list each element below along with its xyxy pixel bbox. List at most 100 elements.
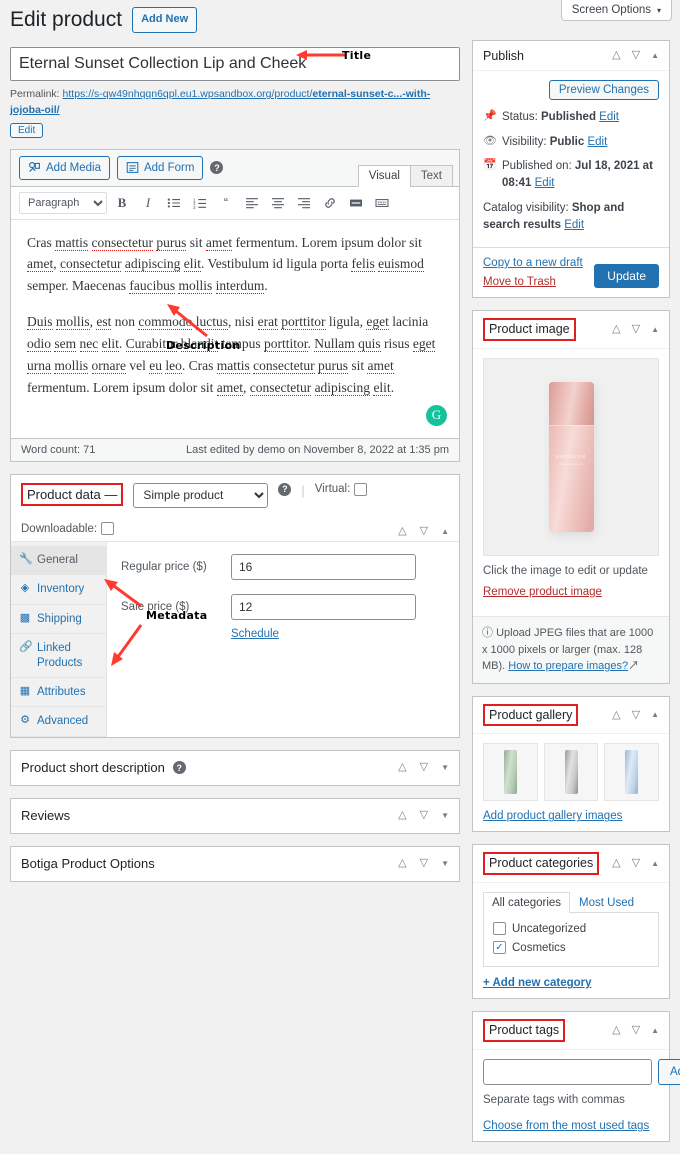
move-down-icon[interactable]: ▽ (420, 810, 428, 821)
status-edit-link[interactable]: Edit (599, 111, 619, 123)
align-right-icon[interactable] (293, 192, 315, 214)
move-down-icon[interactable]: ▽ (632, 1025, 640, 1036)
psd-help-icon[interactable]: ? (172, 761, 186, 775)
move-down-icon[interactable]: ▽ (420, 762, 428, 773)
product-type-select[interactable]: Simple product (133, 482, 269, 508)
bulleted-list-icon[interactable] (163, 192, 185, 214)
move-up-icon[interactable]: △ (398, 762, 406, 773)
move-down-icon[interactable]: ▽ (420, 526, 428, 537)
toggle-panel-icon[interactable]: ▲ (651, 1026, 659, 1035)
reviews-panel: Reviews △ ▽ ▼ (10, 797, 460, 834)
catalog-edit-link[interactable]: Edit (564, 219, 584, 231)
pd-tab-inventory[interactable]: ◈ Inventory (11, 575, 106, 605)
gallery-thumb-blue[interactable] (604, 743, 660, 802)
reviews-header[interactable]: Reviews △ ▽ ▼ (11, 799, 459, 833)
screen-options-button[interactable]: Screen Options ▾ (560, 0, 672, 21)
move-down-icon[interactable]: ▽ (420, 858, 428, 869)
pd-tab-attributes[interactable]: ▦ Attributes (11, 678, 106, 708)
help-icon[interactable]: ? (210, 161, 224, 175)
downloadable-checkbox-row[interactable]: Downloadable: (21, 522, 115, 536)
move-up-icon[interactable]: △ (612, 1025, 620, 1036)
read-more-icon[interactable] (345, 192, 367, 214)
pd-tab-shipping-label: Shipping (37, 612, 82, 625)
status-row: 📌 Status: Published Edit (483, 109, 659, 126)
toggle-panel-icon[interactable]: ▲ (651, 51, 659, 60)
move-up-icon[interactable]: △ (398, 810, 406, 821)
pd-tab-shipping[interactable]: ▩ Shipping (11, 605, 106, 635)
add-gallery-images-link[interactable]: Add product gallery images (483, 810, 659, 822)
edit-permalink-button[interactable]: Edit (10, 122, 44, 138)
pd-tab-advanced[interactable]: ⚙ Advanced (11, 707, 106, 737)
copy-to-new-draft-link[interactable]: Copy to a new draft (483, 257, 583, 269)
preview-changes-button[interactable]: Preview Changes (548, 80, 659, 100)
toggle-panel-icon[interactable]: ▲ (651, 711, 659, 719)
link-icon[interactable] (319, 192, 341, 214)
schedule-link[interactable]: Schedule (231, 628, 445, 640)
title-field[interactable] (10, 47, 460, 82)
add-new-button[interactable]: Add New (132, 6, 198, 33)
published-edit-link[interactable]: Edit (535, 177, 555, 189)
align-center-icon[interactable] (267, 192, 289, 214)
move-up-icon[interactable]: △ (612, 709, 620, 721)
virtual-checkbox-row[interactable]: Virtual: (315, 482, 368, 496)
move-down-icon[interactable]: ▽ (632, 324, 640, 335)
gallery-thumb-silver[interactable] (543, 743, 599, 802)
regular-price-input[interactable] (231, 554, 416, 581)
permalink-link[interactable]: https://s-qw49nhqqn6qpl.eu1.wpsandbox.or… (10, 88, 430, 116)
move-up-icon[interactable]: △ (612, 858, 620, 869)
italic-icon[interactable]: I (137, 192, 159, 214)
pd-tab-linked-products[interactable]: 🔗 Linked Products (11, 634, 106, 678)
numbered-list-icon[interactable]: 123 (189, 192, 211, 214)
tab-all-categories[interactable]: All categories (483, 892, 571, 914)
psd-header[interactable]: Product short description ? △ ▽ ▼ (11, 751, 459, 785)
align-left-icon[interactable] (241, 192, 263, 214)
move-up-icon[interactable]: △ (612, 324, 620, 335)
checkbox[interactable] (493, 922, 506, 936)
add-form-button[interactable]: Add Form (116, 155, 204, 180)
move-down-icon[interactable]: ▽ (632, 50, 640, 61)
tab-visual[interactable]: Visual (357, 164, 411, 187)
choose-used-tags-link[interactable]: Choose from the most used tags (483, 1120, 659, 1132)
category-item-uncategorized[interactable]: Uncategorized (493, 922, 649, 936)
toggle-panel-icon[interactable]: ▲ (651, 325, 659, 334)
editor-body[interactable]: Cras mattis consectetur purus sit amet f… (11, 220, 459, 438)
downloadable-checkbox[interactable] (101, 522, 115, 536)
prepare-images-link[interactable]: How to prepare images? (508, 660, 628, 672)
move-up-icon[interactable]: △ (398, 526, 406, 537)
toggle-panel-icon[interactable]: ▲ (651, 859, 659, 868)
add-tag-button[interactable]: Add (658, 1059, 680, 1086)
move-down-icon[interactable]: ▽ (632, 709, 640, 721)
product-image-thumbnail[interactable]: SHEGLAM velvet matte lip (483, 358, 659, 557)
paragraph-format-select[interactable]: Paragraph (19, 191, 107, 214)
blockquote-icon[interactable]: “ (215, 192, 237, 214)
sale-price-input[interactable] (231, 594, 416, 621)
category-item-cosmetics[interactable]: ✓ Cosmetics (493, 941, 649, 955)
move-down-icon[interactable]: ▽ (632, 858, 640, 869)
virtual-checkbox[interactable] (354, 482, 368, 496)
botiga-header[interactable]: Botiga Product Options △ ▽ ▼ (11, 847, 459, 881)
visibility-edit-link[interactable]: Edit (587, 136, 607, 148)
move-up-icon[interactable]: △ (398, 858, 406, 869)
toggle-panel-icon[interactable]: ▼ (441, 859, 449, 868)
move-up-icon[interactable]: △ (612, 50, 620, 61)
published-label: Published on: (502, 160, 572, 173)
remove-product-image-link[interactable]: Remove product image (483, 586, 659, 598)
toolbar-toggle-icon[interactable] (371, 192, 393, 214)
product-data-help-icon[interactable]: ? (278, 482, 292, 496)
pd-tab-general[interactable]: 🔧 General (11, 546, 106, 576)
toggle-panel-icon[interactable]: ▼ (441, 763, 449, 772)
checkbox-checked[interactable]: ✓ (493, 941, 506, 955)
gallery-thumb-green[interactable] (483, 743, 538, 802)
tag-input[interactable] (483, 1059, 652, 1086)
toggle-panel-icon[interactable]: ▼ (441, 811, 449, 820)
grammarly-icon[interactable]: G (426, 404, 447, 426)
add-media-button[interactable]: Add Media (19, 155, 110, 180)
truck-icon: ▩ (19, 611, 31, 624)
tab-text[interactable]: Text (409, 164, 453, 187)
move-to-trash-link[interactable]: Move to Trash (483, 276, 583, 288)
update-button[interactable]: Update (594, 264, 659, 289)
add-new-category-link[interactable]: + Add new category (483, 977, 659, 989)
toggle-panel-icon[interactable]: ▲ (441, 527, 449, 536)
tab-most-used[interactable]: Most Used (570, 892, 643, 913)
bold-icon[interactable]: B (111, 192, 133, 214)
